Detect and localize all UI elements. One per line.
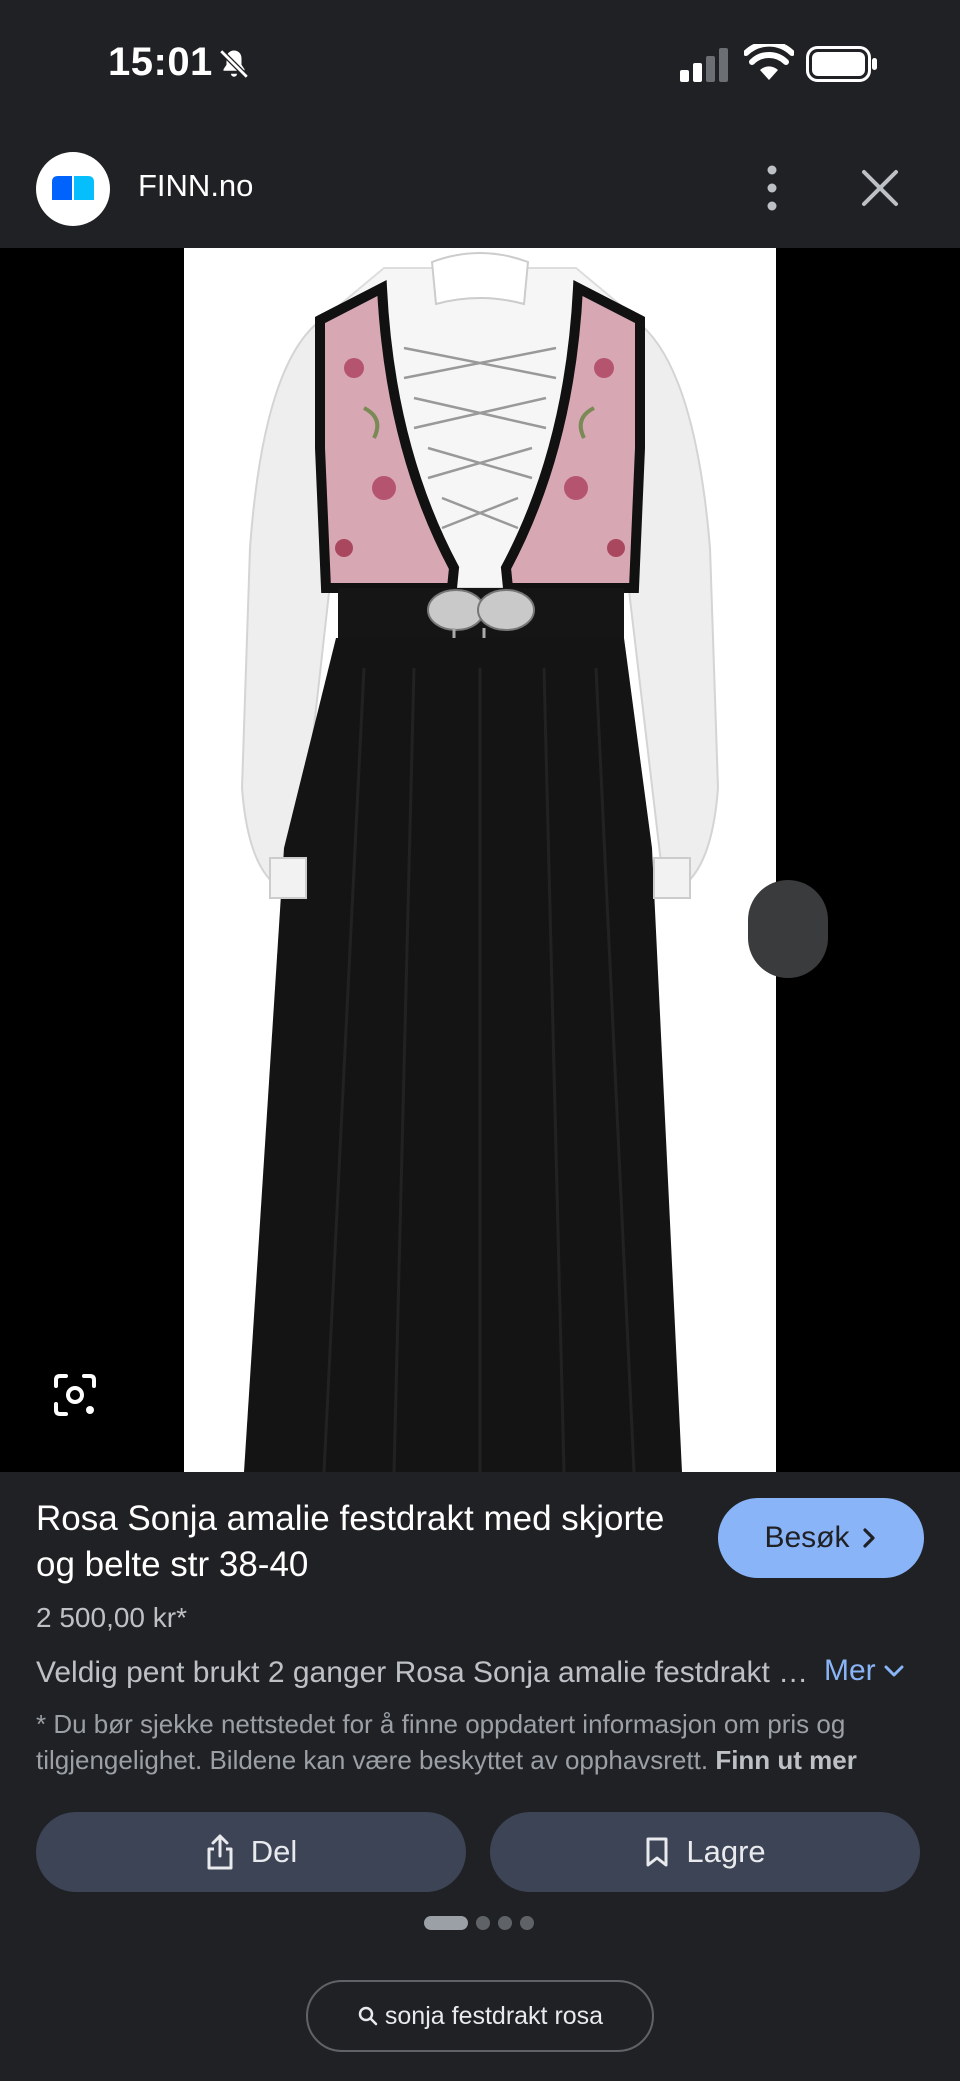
search-icon [358, 2006, 378, 2026]
browser-header: FINN.no [0, 130, 960, 248]
page-dot-active [424, 1916, 468, 1930]
product-image[interactable] [184, 248, 776, 1472]
learn-more-link[interactable]: Finn ut mer [715, 1745, 857, 1775]
battery-icon [806, 46, 877, 82]
page-indicator [424, 1916, 534, 1930]
search-chip-label: sonja festdrakt rosa [384, 2001, 604, 2030]
visit-button-label: Besøk [764, 1521, 850, 1554]
share-button-label: Del [250, 1834, 298, 1869]
page-dot [520, 1916, 534, 1930]
product-title[interactable]: Rosa Sonja amalie festdrakt med skjorte … [36, 1496, 676, 1588]
bookmark-icon [646, 1837, 668, 1867]
page-dot [476, 1916, 490, 1930]
next-image-arrow[interactable] [748, 880, 828, 978]
finn-logo-icon [36, 152, 110, 226]
bell-off-icon [219, 49, 249, 79]
more-vert-icon[interactable] [752, 160, 792, 216]
product-price: 2 500,00 kr* [36, 1602, 187, 1633]
close-icon[interactable] [858, 166, 902, 210]
site-name: FINN.no [138, 168, 254, 203]
chevron-right-icon [862, 1528, 875, 1548]
more-link[interactable]: Mer [824, 1654, 906, 1688]
more-link-label: Mer [824, 1654, 876, 1687]
share-icon [207, 1834, 233, 1870]
wifi-icon [744, 44, 794, 80]
save-button-label: Lagre [686, 1834, 766, 1869]
chevron-down-icon [884, 1665, 904, 1677]
product-info: Rosa Sonja amalie festdrakt med skjorte … [0, 1472, 960, 2081]
disclaimer: * Du bør sjekke nettstedet for å finne o… [36, 1706, 926, 1778]
image-viewer[interactable] [0, 248, 960, 1472]
product-description: Veldig pent brukt 2 ganger Rosa Sonja am… [36, 1656, 816, 1689]
status-time: 15:01 [108, 40, 213, 84]
page-dot [498, 1916, 512, 1930]
save-button[interactable]: Lagre [490, 1812, 920, 1892]
lens-icon[interactable] [52, 1372, 98, 1418]
share-button[interactable]: Del [36, 1812, 466, 1892]
visit-button[interactable]: Besøk [718, 1498, 924, 1578]
signal-icon [680, 48, 728, 82]
status-bar: 15:01 [0, 0, 960, 130]
search-chip[interactable]: sonja festdrakt rosa [306, 1980, 654, 2052]
